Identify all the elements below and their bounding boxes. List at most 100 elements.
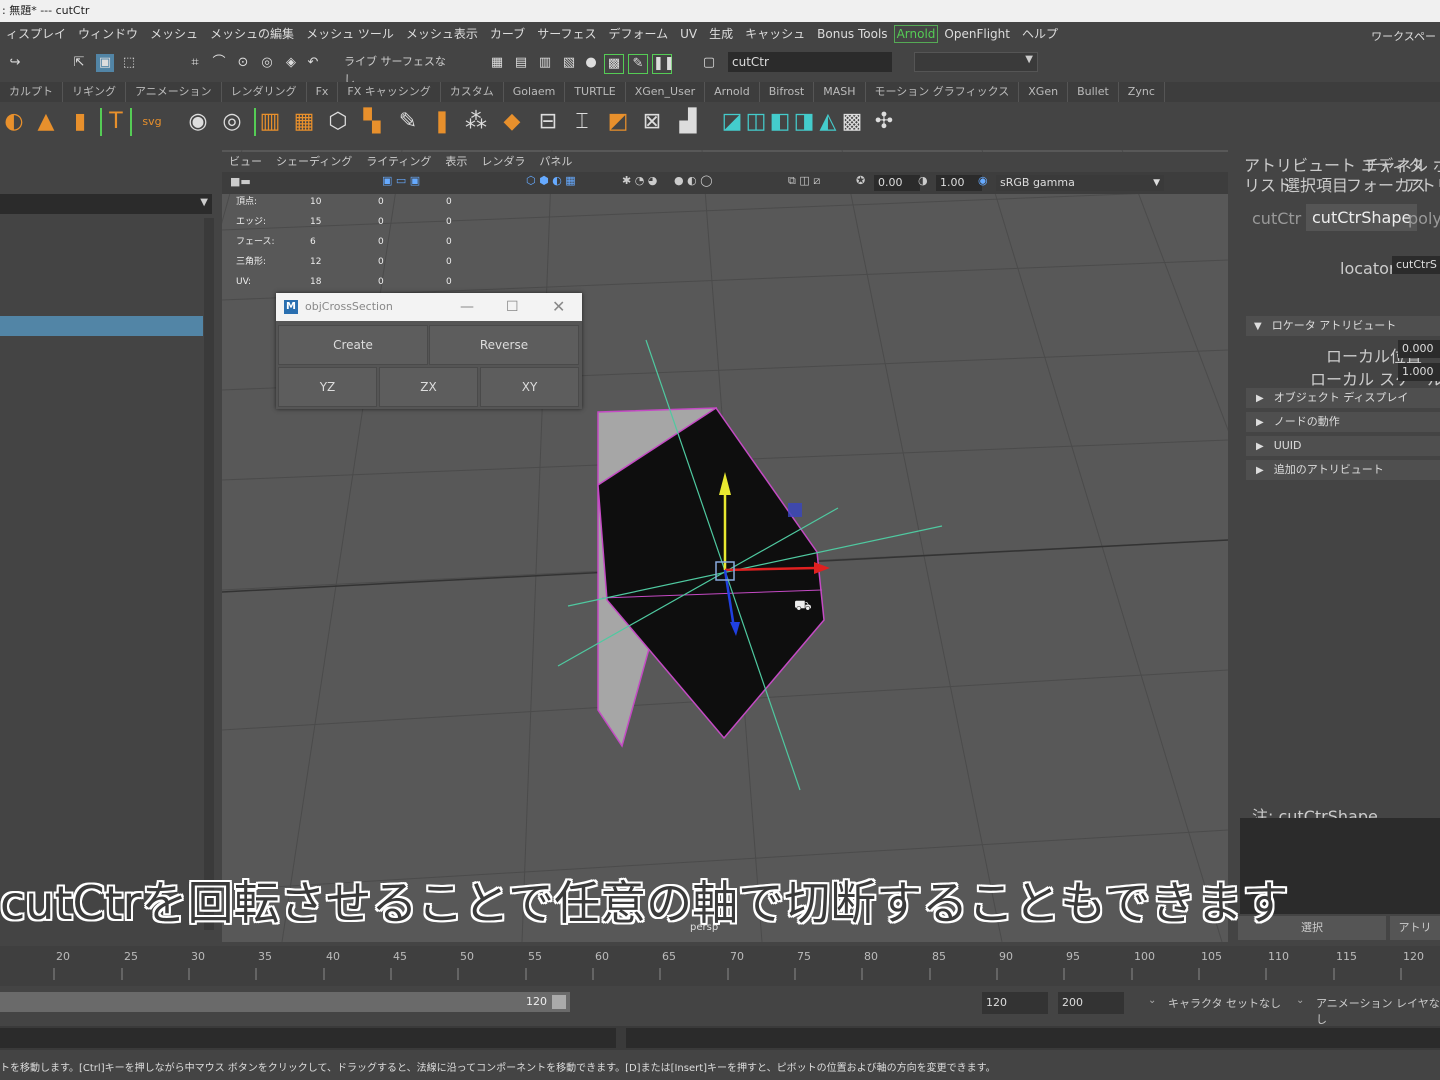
create-button[interactable]: Create [278, 325, 428, 365]
sphere-icon[interactable]: ◉ [184, 108, 212, 136]
shelf-tab-xgen[interactable]: XGen [1019, 82, 1069, 102]
chevron-down-icon[interactable]: ⌄ [1296, 995, 1304, 1006]
section-object-display[interactable]: ▶ オブジェクト ディスプレイ [1246, 388, 1440, 408]
snap-curve-icon[interactable]: ⌒ [210, 54, 228, 72]
ae-menu-attributes[interactable]: アトリビ [1404, 172, 1440, 196]
input-field-mode-icon[interactable]: ▢ [700, 54, 718, 72]
gamma-icon[interactable]: ◑ [918, 174, 928, 187]
cylinder-icon[interactable]: ▮ [66, 108, 94, 136]
object-name-field[interactable]: cutCtr [728, 52, 892, 72]
ae-menu-selected[interactable]: 選択項目 [1284, 172, 1348, 196]
workspace-label[interactable]: ワークスペー [1371, 28, 1436, 44]
cube-icon[interactable]: ⬡ [324, 108, 352, 136]
ipr-render-icon[interactable]: ▤ [512, 54, 530, 72]
svg-icon[interactable]: svg [138, 108, 166, 136]
bevel-icon[interactable]: ⌶ [568, 108, 596, 136]
wireframe-icon[interactable]: ▣ ▭ ▣ [382, 174, 420, 187]
color-space-dropdown[interactable]: sRGB gamma ▼ [996, 175, 1164, 191]
render-view-icon[interactable]: ● [582, 54, 600, 72]
menu-window[interactable]: ウィンドウ [72, 22, 144, 46]
minimize-icon[interactable]: — [460, 293, 474, 321]
scatter-icon[interactable]: ⁂ [462, 108, 490, 136]
shelf-tab-motion-graphics[interactable]: モーション グラフィックス [866, 82, 1020, 102]
exposure-icon[interactable]: ✪ [856, 174, 865, 187]
shelf-tab-sculpt[interactable]: カルプト [0, 82, 63, 102]
vp-menu-lighting[interactable]: ライティング [359, 152, 438, 172]
box-icon[interactable]: ◆ [498, 108, 526, 136]
snap-grid-icon[interactable]: ⌗ [186, 54, 204, 72]
menu-mesh[interactable]: メッシュ [144, 22, 204, 46]
local-position-field[interactable]: 0.000 [1398, 340, 1440, 358]
range-handle[interactable] [552, 995, 566, 1009]
vp-menu-view[interactable]: ビュー [222, 152, 269, 172]
section-extra-attributes[interactable]: ▶ 追加のアトリビュート [1246, 460, 1440, 480]
menu-curves[interactable]: カーブ [484, 22, 531, 46]
animation-end-field[interactable]: 200 [1058, 992, 1124, 1014]
user-dropdown[interactable]: ▼ [914, 52, 1038, 72]
menu-edit-mesh[interactable]: メッシュの編集 [204, 22, 300, 46]
redo-icon[interactable]: ↪ [6, 54, 24, 72]
bridge-icon[interactable]: ◩ [604, 108, 632, 136]
uv-icon[interactable]: ✣ [870, 108, 898, 136]
select-hierarchy-icon[interactable]: ⇱ [70, 54, 88, 72]
snap-view-icon[interactable]: ◎ [258, 54, 276, 72]
shaded-icon[interactable]: ⬡ ⬢ ◐ ▦ [526, 174, 576, 187]
select-component-icon[interactable]: ⬚ [120, 54, 138, 72]
menu-surfaces[interactable]: サーフェス [531, 22, 602, 46]
mesh-icon[interactable]: ▥ [254, 108, 284, 136]
reverse-button[interactable]: Reverse [429, 325, 579, 365]
extrude-icon[interactable]: ⊟ [534, 108, 562, 136]
render-icon[interactable]: ▦ [488, 54, 506, 72]
menu-mesh-display[interactable]: メッシュ表示 [400, 22, 484, 46]
vp-menu-panels[interactable]: パネル [532, 152, 579, 172]
node-tab-cutctr[interactable]: cutCtr [1252, 209, 1301, 228]
shelf-tab-zync[interactable]: Zync [1119, 82, 1165, 102]
menu-generate[interactable]: 生成 [703, 22, 739, 46]
exposure-field[interactable]: 0.00 [874, 175, 920, 191]
zx-button[interactable]: ZX [379, 367, 478, 407]
vp-menu-shading[interactable]: シェーディング [269, 152, 359, 172]
local-scale-field[interactable]: 1.000 [1398, 363, 1440, 381]
hypershade-icon[interactable]: ▧ [560, 54, 578, 72]
menu-cache[interactable]: キャッシュ [739, 22, 811, 46]
menu-mesh-tools[interactable]: メッシュ ツール [300, 22, 400, 46]
grid-icon[interactable]: ▦ [290, 108, 318, 136]
snap-point-icon[interactable]: ⊙ [234, 54, 252, 72]
cone-icon[interactable]: ▲ [32, 108, 60, 136]
live-surface-label[interactable]: ライブ サーフェスなし [344, 53, 448, 86]
xy-button[interactable]: XY [480, 367, 579, 407]
shelf-tab-rigging[interactable]: リギング [63, 82, 126, 102]
text-icon[interactable]: T [100, 108, 132, 136]
chevron-down-icon[interactable]: ⌄ [1148, 995, 1156, 1006]
shelf-tab-rendering[interactable]: レンダリング [222, 82, 307, 102]
menu-bonus-tools[interactable]: Bonus Tools [811, 22, 893, 46]
shelf-tab-mash[interactable]: MASH [814, 82, 866, 102]
mirror-icon[interactable]: ▩ [838, 108, 866, 136]
disc-icon[interactable]: ◎ [218, 108, 246, 136]
dialog-titlebar[interactable]: M objCrossSection — ☐ ✕ [276, 293, 582, 321]
shelf-tab-golaem[interactable]: Golaem [504, 82, 566, 102]
shelf-tab-fx[interactable]: Fx [307, 82, 339, 102]
merge-icon[interactable]: ▟ [674, 108, 702, 136]
menu-help[interactable]: ヘルプ [1016, 22, 1064, 46]
vp-menu-renderer[interactable]: レンダラ [474, 152, 532, 172]
lighting-icon[interactable]: ✱ ◔ ◕ [622, 174, 657, 187]
node-tab-cutctrshape[interactable]: cutCtrShape [1306, 204, 1418, 231]
pause-icon[interactable]: ❚❚ [652, 54, 675, 74]
maximize-icon[interactable]: ☐ [506, 293, 519, 321]
menu-deform[interactable]: デフォーム [602, 22, 674, 46]
shelf-tab-custom[interactable]: カスタム [441, 82, 504, 102]
blocks-icon[interactable]: ▚ [358, 108, 386, 136]
shelf-tab-xgen-user[interactable]: XGen_User [626, 82, 706, 102]
torus-icon[interactable]: ❚ [428, 108, 456, 136]
node-tab-polyc[interactable]: polyC [1408, 209, 1440, 228]
camera-icon[interactable]: ■▬ [230, 175, 251, 188]
sculpt-icon[interactable]: ◐ [0, 108, 28, 136]
shelf-tab-turtle[interactable]: TURTLE [565, 82, 626, 102]
section-locator-attributes[interactable]: ▼ ロケータ アトリビュート [1246, 316, 1440, 336]
color-management-icon[interactable]: ◉ [978, 174, 988, 187]
manipulator-x-arrow[interactable] [814, 562, 830, 574]
menu-arnold[interactable]: Arnold [893, 25, 939, 43]
section-node-behavior[interactable]: ▶ ノードの動作 [1246, 412, 1440, 432]
anim-layer-dropdown[interactable]: アニメーション レイヤなし [1316, 995, 1440, 1027]
